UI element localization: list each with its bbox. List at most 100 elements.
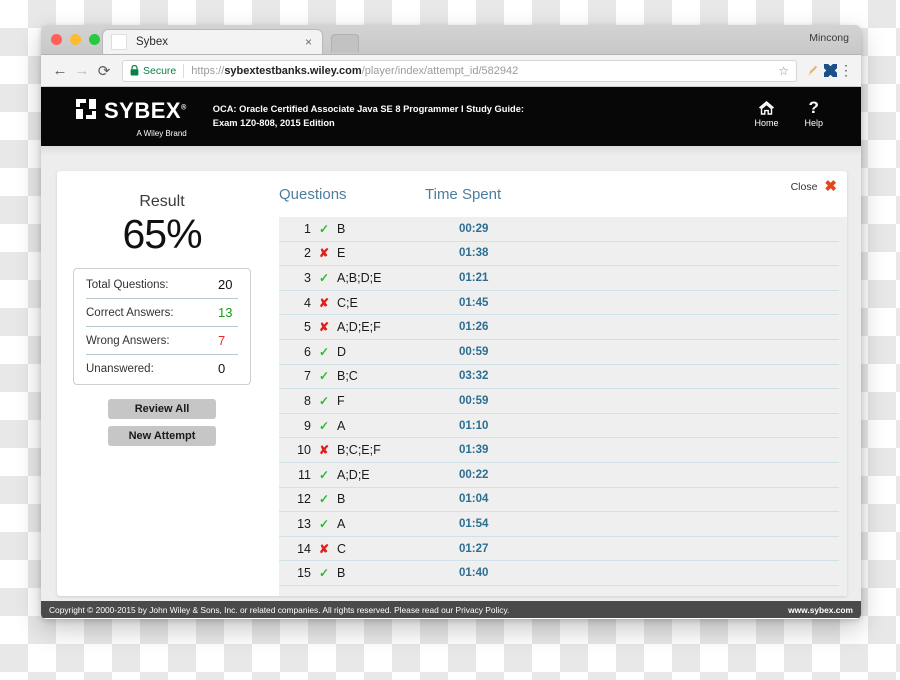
question-time-spent: 01:27 bbox=[459, 542, 489, 555]
url-domain: sybextestbanks.wiley.com bbox=[224, 64, 362, 77]
question-row[interactable]: 1 ✓ B 00:29 bbox=[279, 217, 839, 242]
url-path: /player/index/attempt_id/582942 bbox=[361, 64, 519, 77]
question-row[interactable]: 9 ✓ A 01:10 bbox=[279, 414, 839, 439]
question-row[interactable]: 14 ✘ C 01:27 bbox=[279, 537, 839, 562]
question-answer: A;B;D;E bbox=[337, 270, 382, 285]
question-answer: F bbox=[337, 393, 345, 408]
browser-menu-icon[interactable]: ⋮ bbox=[839, 62, 853, 79]
help-label: Help bbox=[804, 118, 823, 128]
header-actions: Home ? Help bbox=[754, 98, 823, 129]
result-actions: Review All New Attempt bbox=[67, 399, 257, 447]
stat-value: 7 bbox=[218, 333, 226, 349]
stat-label: Total Questions: bbox=[86, 278, 169, 291]
question-row[interactable]: 13 ✓ A 01:54 bbox=[279, 512, 839, 537]
correct-check-icon: ✓ bbox=[318, 516, 330, 531]
tab-close-icon[interactable]: × bbox=[303, 36, 314, 48]
question-number: 11 bbox=[298, 467, 311, 482]
questions-panel: Questions Time Spent Close ✖ 1 ✓ B 00:29 2 ✘ E… bbox=[267, 171, 847, 596]
question-number: 10 bbox=[297, 443, 311, 458]
correct-check-icon: ✓ bbox=[318, 418, 330, 433]
stat-row-total-questions: Total Questions: 20 bbox=[86, 271, 238, 300]
sybex-logo-mark bbox=[73, 96, 99, 127]
review-all-button[interactable]: Review All bbox=[108, 399, 216, 420]
header-shadow-band bbox=[41, 146, 861, 155]
url-text: https://sybextestbanks.wiley.com/player/… bbox=[191, 65, 518, 77]
profile-name-label[interactable]: Mincong bbox=[809, 32, 849, 44]
tab-title: Sybex bbox=[136, 36, 168, 48]
question-row[interactable]: 4 ✘ C;E 01:45 bbox=[279, 291, 839, 316]
back-icon[interactable]: ← bbox=[49, 60, 71, 82]
stat-row-wrong-answers: Wrong Answers: 7 bbox=[86, 327, 238, 356]
question-row[interactable]: 12 ✓ B 01:04 bbox=[279, 488, 839, 513]
question-time-spent: 01:26 bbox=[459, 321, 489, 334]
help-button[interactable]: ? Help bbox=[804, 98, 823, 129]
question-row[interactable]: 2 ✘ E 01:38 bbox=[279, 242, 839, 267]
close-icon: ✖ bbox=[824, 178, 837, 195]
close-label: Close bbox=[790, 180, 818, 193]
questions-list[interactable]: 1 ✓ B 00:29 2 ✘ E 01:38 3 ✓ A;B;D;E 01:21 4 ✘ C;E 01:45… bbox=[279, 217, 847, 596]
home-button[interactable]: Home bbox=[754, 98, 778, 128]
browser-window: Sybex × Mincong ← → ⟳ Secure https://syb… bbox=[41, 25, 861, 619]
result-title: Result bbox=[139, 193, 185, 210]
question-row[interactable]: 5 ✘ A;D;E;F 01:26 bbox=[279, 315, 839, 340]
sybex-site-link[interactable]: www.sybex.com bbox=[788, 605, 853, 615]
lock-icon bbox=[130, 65, 139, 76]
extension-puzzle-icon[interactable] bbox=[821, 63, 839, 78]
new-attempt-button[interactable]: New Attempt bbox=[108, 426, 216, 447]
question-answer: A;D;E;F bbox=[337, 320, 381, 335]
correct-check-icon: ✓ bbox=[318, 221, 330, 236]
question-number: 9 bbox=[304, 418, 311, 433]
question-number: 6 bbox=[304, 344, 311, 359]
question-row[interactable]: 11 ✓ A;D;E 00:22 bbox=[279, 463, 839, 488]
questions-table-header: Questions Time Spent Close ✖ bbox=[279, 171, 847, 217]
question-answer: B bbox=[337, 492, 346, 507]
site-header: SYBEX® A Wiley Brand OCA: Oracle Certifi… bbox=[41, 87, 861, 146]
question-row[interactable]: 6 ✓ D 00:59 bbox=[279, 340, 839, 365]
question-time-spent: 01:40 bbox=[459, 567, 489, 580]
url-scheme: https:// bbox=[191, 64, 225, 77]
book-title-line-2: Exam 1Z0-808, 2015 Edition bbox=[212, 117, 335, 128]
question-row[interactable]: 7 ✓ B;C 03:32 bbox=[279, 365, 839, 390]
book-title: OCA: Oracle Certified Associate Java SE … bbox=[213, 103, 524, 130]
question-time-spent: 01:45 bbox=[459, 296, 489, 309]
column-header-questions: Questions bbox=[279, 185, 347, 203]
reload-icon[interactable]: ⟳ bbox=[93, 60, 115, 82]
sybex-logo[interactable]: SYBEX® A Wiley Brand bbox=[73, 96, 187, 138]
correct-check-icon: ✓ bbox=[318, 344, 330, 359]
new-tab-button[interactable] bbox=[331, 34, 359, 52]
book-title-line-1: OCA: Oracle Certified Associate Java SE … bbox=[212, 104, 524, 115]
forward-icon[interactable]: → bbox=[71, 60, 93, 82]
home-label: Home bbox=[754, 118, 779, 128]
sybex-tagline: A Wiley Brand bbox=[136, 128, 187, 138]
maximize-window-button[interactable] bbox=[89, 34, 100, 45]
question-row[interactable]: 15 ✓ B 01:40 bbox=[279, 561, 839, 586]
results-card: Result 65% Total Questions: 20 Correct A… bbox=[57, 171, 847, 596]
wrong-cross-icon: ✘ bbox=[318, 541, 330, 556]
extension-pencil-icon[interactable] bbox=[803, 65, 821, 77]
bookmark-star-icon[interactable]: ☆ bbox=[772, 64, 789, 78]
stats-box: Total Questions: 20 Correct Answers: 13 … bbox=[73, 268, 251, 386]
stat-label: Unanswered: bbox=[86, 362, 154, 375]
question-answer: A bbox=[337, 418, 346, 433]
question-number: 7 bbox=[304, 369, 311, 384]
correct-check-icon: ✓ bbox=[318, 566, 330, 581]
stat-value: 0 bbox=[218, 361, 226, 377]
question-answer: A bbox=[337, 516, 346, 531]
close-button[interactable]: Close ✖ bbox=[791, 179, 837, 194]
question-number: 1 bbox=[304, 221, 311, 236]
question-row[interactable]: 10 ✘ B;C;E;F 01:39 bbox=[279, 438, 839, 463]
browser-tab[interactable]: Sybex × bbox=[102, 29, 323, 54]
question-number: 4 bbox=[304, 295, 311, 310]
question-number: 15 bbox=[297, 566, 311, 581]
question-number: 14 bbox=[297, 541, 311, 556]
browser-toolbar: ← → ⟳ Secure https://sybextestbanks.wile… bbox=[41, 55, 861, 87]
minimize-window-button[interactable] bbox=[70, 34, 81, 45]
copyright-text: Copyright © 2000-2015 by John Wiley & So… bbox=[49, 604, 510, 615]
sybex-wordmark: SYBEX® bbox=[104, 98, 187, 123]
question-row[interactable]: 3 ✓ A;B;D;E 01:21 bbox=[279, 266, 839, 291]
close-window-button[interactable] bbox=[51, 34, 62, 45]
page-viewport: SYBEX® A Wiley Brand OCA: Oracle Certifi… bbox=[41, 87, 861, 618]
address-bar[interactable]: Secure https://sybextestbanks.wiley.com/… bbox=[122, 59, 797, 82]
question-row[interactable]: 8 ✓ F 00:59 bbox=[279, 389, 839, 414]
correct-check-icon: ✓ bbox=[318, 492, 330, 507]
